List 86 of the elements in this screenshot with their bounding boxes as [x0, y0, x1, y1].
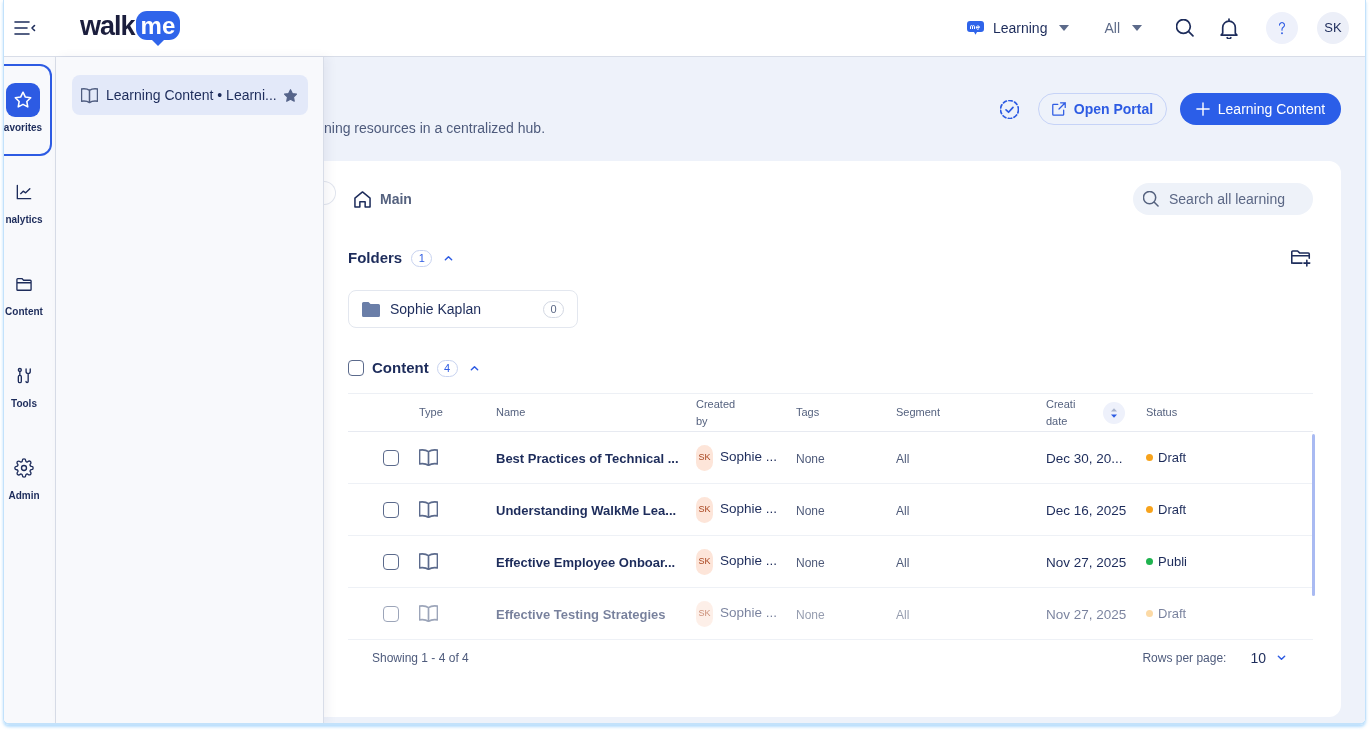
- segment-text: All: [896, 607, 910, 622]
- column-header: Status: [1146, 405, 1178, 420]
- checkbox[interactable]: [383, 605, 399, 622]
- page-subtitle: ning resources in a centralized hub.: [324, 119, 546, 138]
- user-avatar[interactable]: SK: [1317, 12, 1349, 44]
- new-content-button[interactable]: Learning Content: [1180, 93, 1341, 125]
- scope-menu[interactable]: All: [1104, 17, 1142, 39]
- chevron-down-icon: [1277, 655, 1286, 661]
- created-date: Dec 16, 2025: [1046, 502, 1127, 518]
- favorite-item[interactable]: Learning Content • Learni...: [72, 75, 308, 115]
- new-folder-icon[interactable]: [1291, 249, 1311, 267]
- content-title[interactable]: Best Practices of Technical ...: [496, 450, 679, 466]
- line-chart-icon: [14, 182, 34, 202]
- star-icon[interactable]: [284, 88, 297, 102]
- nav-item[interactable]: Tools: [4, 340, 52, 432]
- status-label: Draft: [1158, 604, 1187, 623]
- avatar: SK: [696, 444, 713, 471]
- created-date: Dec 30, 20...: [1046, 450, 1123, 466]
- tags-text: None: [796, 451, 825, 466]
- column-header: Type: [419, 405, 443, 420]
- content-title[interactable]: Understanding WalkMe Lea...: [496, 502, 677, 518]
- gear-icon: [14, 458, 34, 478]
- created-date: Nov 27, 2025: [1046, 606, 1127, 622]
- book-icon: [81, 86, 98, 104]
- rows-per-page-select[interactable]: 10: [1250, 647, 1286, 669]
- rows-per-page-label: Rows per page:: [1142, 650, 1227, 667]
- creator-name: Sophie ...: [720, 448, 778, 467]
- avatar: SK: [696, 600, 713, 627]
- menu-icon[interactable]: [14, 20, 36, 36]
- caret-icon: [1059, 25, 1070, 31]
- search-icon: [1143, 191, 1159, 207]
- nav-item[interactable]: Admin: [4, 432, 52, 524]
- status-label: Draft: [1158, 500, 1187, 519]
- search-icon[interactable]: [1176, 19, 1194, 37]
- bell-icon[interactable]: [1219, 17, 1239, 39]
- chevron-up-icon[interactable]: [469, 365, 479, 371]
- nav-item[interactable]: Content: [4, 248, 52, 340]
- content-heading: Content: [372, 357, 429, 378]
- results-summary: Showing 1 - 4 of 4: [372, 650, 469, 667]
- created-date: Nov 27, 2025: [1046, 554, 1127, 570]
- segment-text: All: [896, 451, 910, 466]
- content-title[interactable]: Effective Employee Onboar...: [496, 554, 676, 570]
- column-header: Creati date: [1046, 396, 1077, 429]
- folder-icon: [362, 301, 380, 317]
- checkbox[interactable]: [348, 360, 364, 376]
- breadcrumb-link[interactable]: Main: [380, 188, 412, 210]
- column-header: Segment: [896, 405, 941, 420]
- collapse-handle[interactable]: [324, 181, 336, 205]
- scrollbar-thumb[interactable]: [1312, 434, 1315, 596]
- tags-text: None: [796, 607, 825, 622]
- sync-status-icon: [1000, 99, 1019, 119]
- creator-name: Sophie ...: [720, 552, 778, 571]
- status-label: Publi: [1158, 552, 1187, 571]
- tags-text: None: [796, 503, 825, 518]
- tags-text: None: [796, 555, 825, 570]
- segment-text: All: [896, 503, 910, 518]
- avatar: SK: [696, 496, 713, 523]
- checkbox[interactable]: [383, 449, 399, 466]
- plus-icon: [1195, 102, 1210, 116]
- column-header: Name: [496, 405, 526, 420]
- checkbox[interactable]: [383, 553, 399, 570]
- caret-icon: [1132, 25, 1142, 31]
- avatar: SK: [696, 548, 713, 575]
- status-label: Draft: [1158, 448, 1187, 467]
- external-link-icon: [1051, 102, 1066, 116]
- book-icon: [419, 605, 438, 622]
- folders-heading: Folders: [348, 247, 403, 268]
- chevron-up-icon[interactable]: [444, 255, 454, 261]
- creator-name: Sophie ...: [720, 500, 778, 519]
- book-icon: [419, 553, 438, 570]
- nav-item[interactable]: avorites: [4, 64, 52, 156]
- folder-card[interactable]: Sophie Kaplan 0: [348, 290, 578, 328]
- home-icon[interactable]: [354, 190, 371, 208]
- content-title[interactable]: Effective Testing Strategies: [496, 606, 666, 622]
- segment-text: All: [896, 555, 910, 570]
- book-icon: [419, 449, 438, 466]
- column-header: Created by: [696, 396, 737, 429]
- product-menu[interactable]: Learning: [992, 17, 1070, 39]
- column-header: Tags: [796, 405, 820, 420]
- checkbox[interactable]: [383, 501, 399, 518]
- creator-name: Sophie ...: [720, 604, 778, 623]
- nav-item[interactable]: nalytics: [4, 156, 52, 248]
- chat-bubble-icon: [966, 21, 984, 35]
- book-icon: [419, 501, 438, 518]
- logo[interactable]: walk me: [80, 11, 181, 47]
- search-field[interactable]: Search all learning: [1133, 183, 1313, 215]
